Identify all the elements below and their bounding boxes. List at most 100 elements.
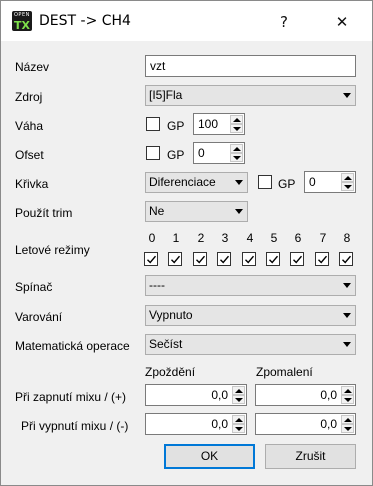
warning-label: Varování [15,310,63,324]
mix-off-label: Při vypnutí mixu / (-) [21,419,129,433]
flight-mode-number: 7 [319,231,327,245]
flight-mode-number: 0 [148,231,156,245]
slow-header: Zpomalení [256,365,313,379]
math-op-label: Matematická operace [15,339,130,353]
checkmark-icon [220,255,230,264]
spin-up-icon[interactable] [341,386,354,395]
spin-down-icon[interactable] [232,424,245,433]
weight-spinbox[interactable]: 100 [193,113,245,135]
switch-label: Spínač [15,280,53,294]
spin-down-icon[interactable] [230,153,243,162]
spin-down-icon[interactable] [230,124,243,133]
source-value: [I5]Fla [149,88,183,102]
flight-mode-number: 3 [221,231,229,245]
warning-select[interactable]: Vypnuto [145,305,356,326]
spin-up-icon[interactable] [232,415,245,424]
checkmark-icon [171,255,181,264]
offset-gp-label: GP [167,148,185,162]
curve-type-value: Diferenciace [149,175,216,189]
source-select[interactable]: [I5]Fla [145,85,356,106]
flight-mode-checkbox[interactable] [290,252,304,266]
close-button[interactable]: ✕ [328,9,356,35]
mix-off-delay-spinbox[interactable]: 0,0 [145,413,247,435]
chevron-down-icon [343,342,351,347]
opentx-logo-icon: OPEN TX [12,11,32,32]
weight-gp-checkbox[interactable] [146,117,160,131]
switch-select[interactable]: ---- [145,275,356,296]
ok-button[interactable]: OK [164,444,255,469]
flight-mode-checkbox[interactable] [144,252,158,266]
flight-mode-checkbox[interactable] [315,252,329,266]
checkmark-icon [293,255,303,264]
curve-spinbox[interactable]: 0 [304,171,356,193]
flight-mode-number: 4 [246,231,254,245]
window-title: DEST -> CH4 [39,13,131,29]
mix-dialog: OPEN TX DEST -> CH4 ? ✕ Název vzt Zdroj … [0,0,373,486]
checkmark-icon [147,255,157,264]
flight-mode-checkbox[interactable] [339,252,353,266]
spin-up-icon[interactable] [232,386,245,395]
name-input[interactable]: vzt [145,55,356,77]
flight-mode-number: 5 [270,231,278,245]
spin-down-icon[interactable] [232,395,245,404]
mix-on-delay-spinbox[interactable]: 0,0 [145,384,247,406]
help-button[interactable]: ? [270,9,298,35]
mix-off-delay-value: 0,0 [211,417,228,431]
chevron-down-icon [343,313,351,318]
curve-gp-checkbox[interactable] [258,175,272,189]
spin-down-icon[interactable] [341,182,354,191]
spin-up-icon[interactable] [341,415,354,424]
checkmark-icon [269,255,279,264]
spin-up-icon[interactable] [230,144,243,153]
offset-gp-checkbox[interactable] [146,146,160,160]
flight-mode-number: 8 [343,231,351,245]
checkmark-icon [342,255,352,264]
flight-mode-number: 2 [197,231,205,245]
spin-down-icon[interactable] [341,424,354,433]
spin-up-icon[interactable] [341,173,354,182]
mix-on-label: Při zapnutí mixu / (+) [15,390,127,404]
mix-on-slow-value: 0,0 [320,388,337,402]
logo-small-text: OPEN [14,12,30,18]
chevron-down-icon [235,180,243,185]
flight-mode-number: 1 [172,231,180,245]
offset-spinbox[interactable]: 0 [193,142,245,164]
mix-on-slow-spinbox[interactable]: 0,0 [255,384,356,406]
title-bar[interactable]: OPEN TX DEST -> CH4 ? ✕ [1,1,372,41]
checkmark-icon [196,255,206,264]
delay-header: Zpoždění [145,365,196,379]
source-label: Zdroj [15,90,43,104]
weight-label: Váha [15,119,44,133]
flight-mode-checkbox[interactable] [266,252,280,266]
mix-on-delay-value: 0,0 [211,388,228,402]
use-trim-label: Použít trim [15,206,73,220]
flight-mode-checkbox[interactable] [242,252,256,266]
chevron-down-icon [343,93,351,98]
cancel-button[interactable]: Zrušit [265,444,356,469]
chevron-down-icon [235,209,243,214]
name-label: Název [15,60,50,74]
curve-type-select[interactable]: Diferenciace [145,172,248,193]
weight-gp-label: GP [167,119,185,133]
flight-mode-number: 6 [294,231,302,245]
switch-value: ---- [149,278,165,292]
spin-down-icon[interactable] [341,395,354,404]
warning-value: Vypnuto [149,308,193,322]
curve-value: 0 [309,175,316,189]
use-trim-value: Ne [149,204,165,218]
flight-mode-checkbox[interactable] [217,252,231,266]
chevron-down-icon [343,283,351,288]
checkmark-icon [245,255,255,264]
mix-off-slow-value: 0,0 [320,417,337,431]
offset-label: Ofset [15,148,44,162]
math-op-value: Sečíst [149,337,183,351]
curve-gp-label: GP [278,177,296,191]
mix-off-slow-spinbox[interactable]: 0,0 [255,413,356,435]
spin-up-icon[interactable] [230,115,243,124]
use-trim-select[interactable]: Ne [145,201,248,222]
flight-mode-checkbox[interactable] [193,252,207,266]
math-op-select[interactable]: Sečíst [145,334,356,355]
flight-mode-checkbox[interactable] [168,252,182,266]
checkmark-icon [318,255,328,264]
offset-value: 0 [198,146,205,160]
